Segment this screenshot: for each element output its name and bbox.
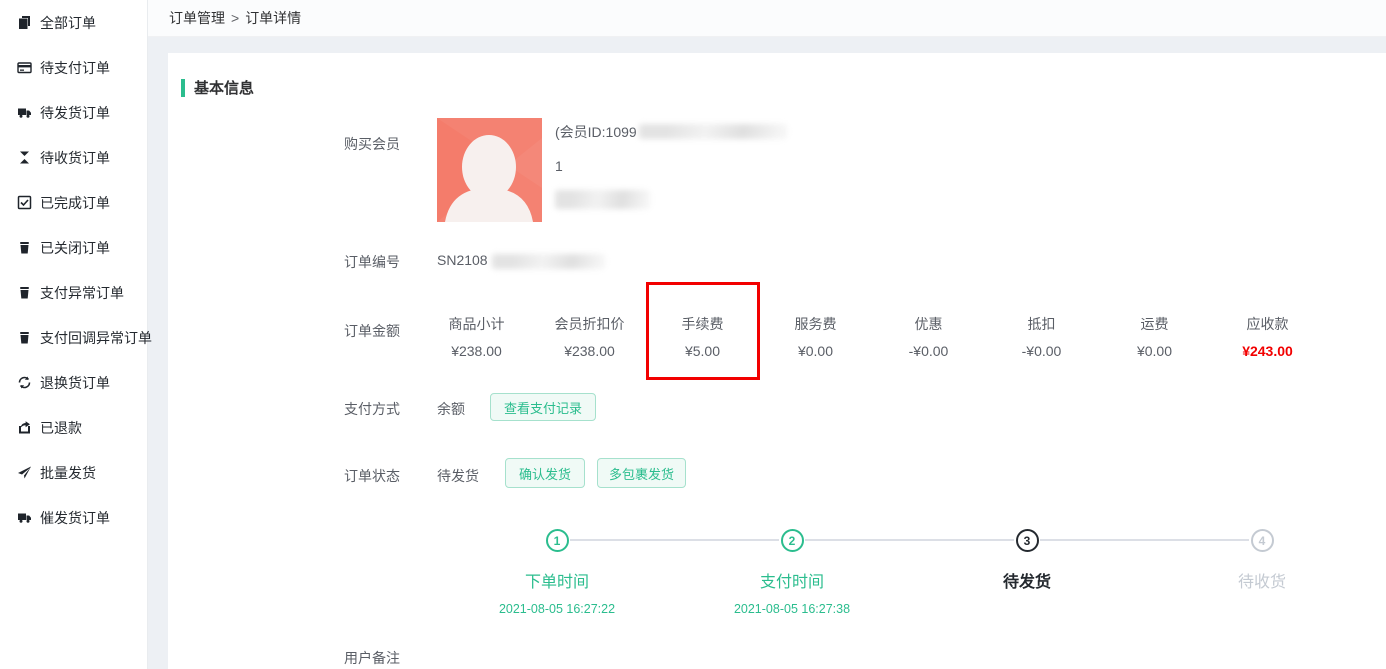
sidebar-item-label: 退换货订单	[40, 373, 110, 393]
section-title: 基本信息	[194, 77, 254, 98]
sidebar-item-label: 全部订单	[40, 13, 96, 33]
timeline-step-pending-receipt: 4 待收货	[1152, 529, 1372, 602]
sidebar-item-return-exchange[interactable]: 退换货订单	[0, 360, 147, 405]
member-id-text: (会员ID:1099	[555, 122, 637, 142]
amount-col-handling-fee: 手续费 ¥5.00	[646, 314, 759, 359]
step-timestamp: 2021-08-05 16:27:38	[682, 602, 902, 616]
copy-icon	[17, 15, 32, 30]
member-name-redacted	[555, 190, 650, 209]
amount-col-goods-subtotal: 商品小计 ¥238.00	[420, 314, 533, 359]
order-amount-columns: 商品小计 ¥238.00 会员折扣价 ¥238.00 手续费 ¥5.00 服务费…	[420, 314, 1324, 359]
credit-card-icon	[17, 60, 32, 75]
order-no-prefix: SN2108	[437, 252, 488, 268]
member-id-redacted	[639, 124, 787, 139]
sidebar-item-label: 支付回调异常订单	[40, 328, 152, 348]
timeline-step-order-time: 1 下单时间 2021-08-05 16:27:22	[447, 529, 667, 616]
step-timestamp: 2021-08-05 16:27:22	[447, 602, 667, 616]
sidebar-item-completed[interactable]: 已完成订单	[0, 180, 147, 225]
step-title: 支付时间	[682, 568, 902, 592]
timeline-step-payment-time: 2 支付时间 2021-08-05 16:27:38	[682, 529, 902, 616]
sidebar-item-label: 待支付订单	[40, 58, 110, 78]
amount-col-deduction: 抵扣 -¥0.00	[985, 314, 1098, 359]
step-number-badge: 4	[1251, 529, 1274, 552]
trash-icon	[17, 240, 32, 255]
user-remark-label: 用户备注	[344, 648, 400, 668]
step-title: 下单时间	[447, 568, 667, 592]
amount-col-receivable: 应收款 ¥243.00	[1211, 314, 1324, 359]
sidebar-item-label: 待收货订单	[40, 148, 110, 168]
member-line2: 1	[555, 158, 563, 174]
section-basic-info: 基本信息	[181, 77, 254, 98]
sidebar-item-all-orders[interactable]: 全部订单	[0, 0, 147, 45]
order-detail-card: 基本信息 购买会员 (会员ID:1099 1 订单编号 SN2108 订单金额 …	[168, 53, 1386, 669]
amount-col-discount: 优惠 -¥0.00	[872, 314, 985, 359]
step-number-badge: 2	[781, 529, 804, 552]
sidebar-item-pending-shipment[interactable]: 待发货订单	[0, 90, 147, 135]
amount-col-service-fee: 服务费 ¥0.00	[759, 314, 872, 359]
order-status-label: 订单状态	[344, 466, 400, 486]
sidebar-item-pending-receipt[interactable]: 待收货订单	[0, 135, 147, 180]
sidebar-item-pending-payment[interactable]: 待支付订单	[0, 45, 147, 90]
sidebar-item-callback-abnormal[interactable]: 支付回调异常订单	[0, 315, 147, 360]
breadcrumb: 订单管理 > 订单详情	[148, 0, 1386, 37]
buyer-member-label: 购买会员	[344, 134, 400, 154]
amount-col-member-discount: 会员折扣价 ¥238.00	[533, 314, 646, 359]
order-no-redacted	[492, 254, 605, 269]
order-progress-timeline: 1 下单时间 2021-08-05 16:27:22 2 支付时间 2021-0…	[168, 529, 1386, 619]
sidebar-item-batch-ship[interactable]: 批量发货	[0, 450, 147, 495]
payment-method-label: 支付方式	[344, 399, 400, 419]
breadcrumb-order-detail: 订单详情	[245, 8, 301, 28]
breadcrumb-order-management[interactable]: 订单管理	[169, 8, 225, 28]
trash-icon	[17, 285, 32, 300]
view-payment-records-button[interactable]: 查看支付记录	[490, 393, 596, 421]
sidebar-item-payment-abnormal[interactable]: 支付异常订单	[0, 270, 147, 315]
breadcrumb-separator: >	[231, 10, 239, 26]
send-icon	[17, 465, 32, 480]
section-accent-bar	[181, 79, 185, 97]
trash-icon	[17, 330, 32, 345]
sidebar-item-label: 催发货订单	[40, 508, 110, 528]
check-square-icon	[17, 195, 32, 210]
sidebar-item-label: 已关闭订单	[40, 238, 110, 258]
order-status-value: 待发货	[437, 466, 479, 486]
sidebar-item-label: 待发货订单	[40, 103, 110, 123]
step-title: 待发货	[917, 568, 1137, 592]
order-sidebar: 全部订单 待支付订单 待发货订单 待收货订单 已完成订单 已关闭订单 支付异常订…	[0, 0, 148, 669]
sidebar-item-label: 支付异常订单	[40, 283, 124, 303]
amount-col-shipping-fee: 运费 ¥0.00	[1098, 314, 1211, 359]
export-icon	[17, 420, 32, 435]
sidebar-item-label: 已完成订单	[40, 193, 110, 213]
sidebar-item-refunded[interactable]: 已退款	[0, 405, 147, 450]
sidebar-item-urge-shipment[interactable]: 催发货订单	[0, 495, 147, 540]
sidebar-item-label: 已退款	[40, 418, 82, 438]
member-avatar	[437, 118, 542, 222]
payment-method-value: 余额	[437, 399, 465, 419]
truck-icon	[17, 105, 32, 120]
step-title: 待收货	[1152, 568, 1372, 592]
timeline-step-pending-shipment: 3 待发货	[917, 529, 1137, 602]
multi-package-ship-button[interactable]: 多包裹发货	[597, 458, 686, 488]
order-no-value: SN2108	[437, 252, 605, 269]
sidebar-item-label: 批量发货	[40, 463, 96, 483]
confirm-ship-button[interactable]: 确认发货	[505, 458, 585, 488]
order-no-label: 订单编号	[344, 252, 400, 272]
receive-arrows-icon	[17, 150, 32, 165]
truck-icon	[17, 510, 32, 525]
step-number-badge: 3	[1016, 529, 1039, 552]
step-number-badge: 1	[546, 529, 569, 552]
order-amount-label: 订单金额	[344, 321, 400, 341]
sidebar-item-closed[interactable]: 已关闭订单	[0, 225, 147, 270]
refresh-icon	[17, 375, 32, 390]
member-info: (会员ID:1099 1	[555, 123, 787, 225]
